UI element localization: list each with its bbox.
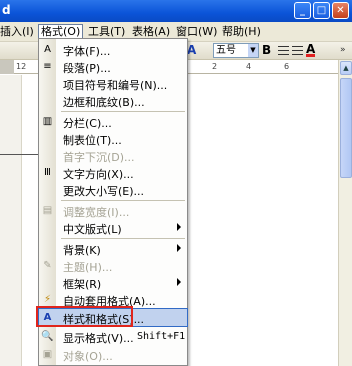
tabs-icon	[41, 132, 54, 145]
minimize-button[interactable]: _	[294, 2, 311, 19]
vertical-ruler	[0, 75, 22, 366]
chevron-down-icon[interactable]: ▼	[248, 44, 258, 57]
justify-icon[interactable]	[292, 46, 303, 55]
object-icon: ▣	[42, 349, 53, 360]
menu-item-bullets-numbering[interactable]: 项目符号和编号(N)...	[39, 75, 187, 92]
font-color-button[interactable]: A	[306, 42, 316, 57]
menu-item-change-case[interactable]: 更改大小写(E)...	[39, 181, 187, 198]
window-title: d	[2, 3, 11, 17]
menu-insert[interactable]: 插入(I)	[0, 25, 34, 40]
menu-item-label: 中文版式(L)	[63, 223, 122, 236]
font-size-select[interactable]: 五号 ▼	[213, 43, 259, 58]
menu-item-shortcut: Shift+F1	[137, 331, 186, 342]
dropcap-icon	[41, 149, 54, 162]
theme-icon: ✎	[43, 260, 52, 271]
font-icon: A	[44, 44, 51, 55]
menu-item-theme: ✎ 主题(H)...	[39, 257, 187, 274]
bold-button[interactable]: B	[262, 43, 271, 57]
font-size-value: 五号	[216, 45, 236, 56]
reveal-formatting-icon: 🔍	[41, 331, 54, 342]
borders-icon	[41, 94, 54, 107]
scroll-thumb[interactable]	[340, 78, 352, 178]
menu-item-asian-layout[interactable]: 中文版式(L)	[39, 219, 187, 236]
ruler-tick: 12	[16, 62, 27, 71]
menu-item-tabs[interactable]: 制表位(T)...	[39, 130, 187, 147]
menu-item-label: 分栏(C)...	[63, 117, 112, 130]
menu-item-label: 文字方向(X)...	[63, 168, 134, 181]
paragraph-icon: ≡	[43, 61, 52, 72]
menu-item-background[interactable]: 背景(K)	[39, 240, 187, 257]
submenu-arrow-icon	[177, 223, 181, 231]
toolbar-more-icon[interactable]: »	[340, 45, 346, 55]
menu-item-label: 框架(R)	[63, 278, 102, 291]
ruler-tick: 6	[284, 62, 290, 71]
columns-icon: ▥	[42, 116, 53, 127]
bullets-icon	[41, 77, 54, 90]
align-center-icon[interactable]	[278, 46, 289, 55]
menu-item-label: 更改大小写(E)...	[63, 185, 145, 198]
menu-item-label: 背景(K)	[63, 244, 101, 257]
menu-item-label: 主题(H)...	[63, 261, 113, 274]
menu-item-frames[interactable]: 框架(R)	[39, 274, 187, 291]
submenu-arrow-icon	[177, 244, 181, 252]
scroll-up-icon[interactable]: ▲	[340, 61, 352, 75]
menu-item-label: 字体(F)...	[63, 45, 111, 58]
ruler-tick: 4	[246, 62, 252, 71]
menu-help[interactable]: 帮助(H)	[222, 25, 261, 40]
menu-item-columns[interactable]: ▥ 分栏(C)...	[39, 113, 187, 130]
menu-item-drop-cap: 首字下沉(D)...	[39, 147, 187, 164]
close-button[interactable]: ✕	[332, 2, 349, 19]
submenu-arrow-icon	[177, 278, 181, 286]
maximize-button[interactable]: □	[313, 2, 330, 19]
menu-separator	[61, 200, 185, 201]
menu-item-text-direction[interactable]: Ⅲ 文字方向(X)...	[39, 164, 187, 181]
menu-item-label: 显示格式(V)...	[63, 332, 134, 345]
fit-width-icon: ▤	[42, 205, 53, 216]
page-boundary	[0, 154, 40, 155]
menu-item-label: 首字下沉(D)...	[63, 151, 135, 164]
change-case-icon	[41, 183, 54, 196]
ruler-tick: 2	[212, 62, 218, 71]
autoformat-icon: ⚡	[43, 294, 52, 305]
menu-item-paragraph[interactable]: ≡ 段落(P)...	[39, 58, 187, 75]
frames-icon	[41, 276, 54, 289]
menu-item-label: 项目符号和编号(N)...	[63, 79, 168, 92]
menu-item-label: 边框和底纹(B)...	[63, 96, 145, 109]
asian-layout-icon	[41, 221, 54, 234]
menu-item-label: 对象(O)...	[63, 350, 113, 363]
menu-item-label: 调整宽度(I)...	[63, 206, 130, 219]
text-direction-icon: Ⅲ	[44, 167, 51, 178]
styles-and-formatting-icon[interactable]: A	[187, 43, 196, 57]
annotation-highlight	[36, 306, 133, 327]
ruler-margin	[0, 60, 14, 74]
menu-item-font[interactable]: A 字体(F)...	[39, 41, 187, 58]
vertical-scrollbar[interactable]: ▲	[338, 60, 352, 366]
background-icon	[41, 242, 54, 255]
menu-separator	[61, 238, 185, 239]
menu-item-fit-width: ▤ 调整宽度(I)...	[39, 202, 187, 219]
title-bar: d _ □ ✕	[0, 0, 352, 22]
menu-item-borders-shading[interactable]: 边框和底纹(B)...	[39, 92, 187, 109]
menu-item-label: 段落(P)...	[63, 62, 111, 75]
menu-item-object: ▣ 对象(O)...	[39, 346, 187, 363]
menu-item-label: 制表位(T)...	[63, 134, 122, 147]
menu-item-reveal-formatting[interactable]: 🔍 显示格式(V)... Shift+F1	[39, 328, 187, 345]
menu-separator	[61, 111, 185, 112]
